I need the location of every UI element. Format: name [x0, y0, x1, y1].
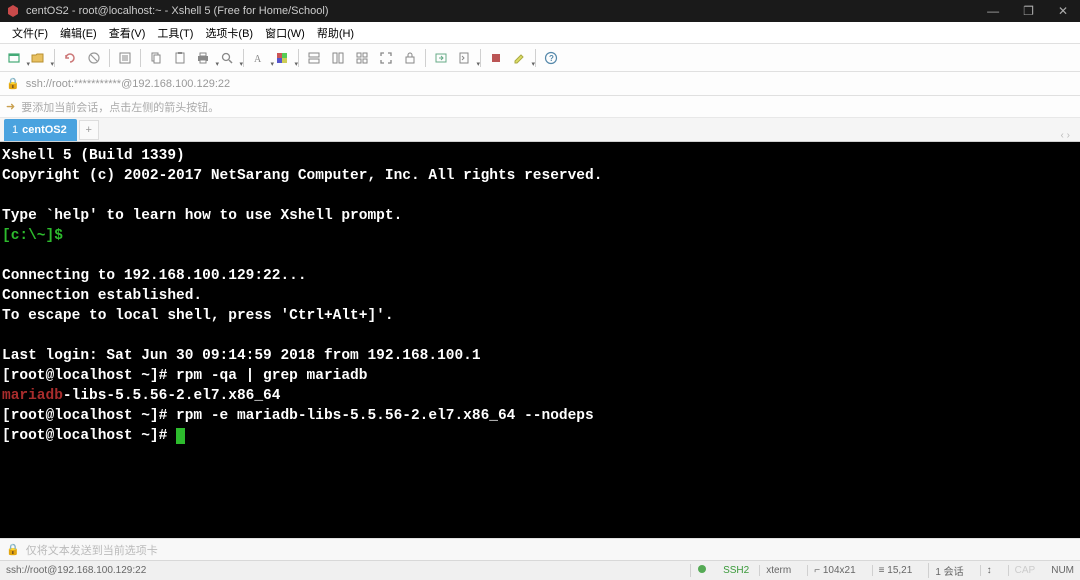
tab-bar: 1 centOS2 + ‹ › [0, 118, 1080, 142]
compose-placeholder[interactable]: 仅将文本发送到当前选项卡 [26, 542, 158, 558]
status-record-icon: ↕ [980, 565, 998, 576]
compose-lock-icon[interactable]: 🔒 [6, 543, 20, 556]
tab-label: centOS2 [22, 124, 67, 136]
toolbar-separator [54, 49, 55, 67]
toolbar: A ? [0, 44, 1080, 72]
lock-button[interactable] [399, 47, 421, 69]
svg-text:?: ? [549, 54, 554, 63]
highlight-button[interactable] [509, 47, 531, 69]
lock-icon: 🔒 [6, 77, 20, 90]
status-cap: CAP [1008, 565, 1042, 576]
menu-file[interactable]: 文件(F) [6, 25, 54, 41]
window-title: centOS2 - root@localhost:~ - Xshell 5 (F… [26, 5, 981, 17]
tile-grid-button[interactable] [351, 47, 373, 69]
toolbar-separator [243, 49, 244, 67]
term-banner-line2: Copyright (c) 2002-2017 NetSarang Comput… [2, 168, 602, 184]
menu-tools[interactable]: 工具(T) [151, 25, 199, 41]
toolbar-separator [425, 49, 426, 67]
tile-horizontal-button[interactable] [303, 47, 325, 69]
hint-arrow-icon[interactable]: ➜ [6, 100, 15, 113]
terminal-cursor [176, 428, 185, 444]
status-pos-label: ≡ 15,21 [872, 565, 919, 576]
tab-index: 1 [12, 124, 18, 136]
tab-centos2[interactable]: 1 centOS2 [4, 119, 77, 141]
xftp-button[interactable] [430, 47, 452, 69]
stop-button[interactable] [485, 47, 507, 69]
maximize-button[interactable]: ❐ [1017, 4, 1040, 18]
terminal[interactable]: Xshell 5 (Build 1339) Copyright (c) 2002… [0, 142, 1080, 538]
term-prompt2: [root@localhost ~]# [2, 408, 176, 424]
minimize-button[interactable]: — [981, 4, 1005, 18]
hint-bar: ➜ 要添加当前会话，点击左侧的箭头按钮。 [0, 96, 1080, 118]
fullscreen-button[interactable] [375, 47, 397, 69]
menu-edit[interactable]: 编辑(E) [54, 25, 103, 41]
status-bar: ssh://root@192.168.100.129:22 SSH2 xterm… [0, 560, 1080, 580]
toolbar-separator [109, 49, 110, 67]
status-net-icon [690, 564, 713, 577]
term-lastlogin: Last login: Sat Jun 30 09:14:59 2018 fro… [2, 348, 481, 364]
term-escape: To escape to local shell, press 'Ctrl+Al… [2, 308, 394, 324]
app-icon [6, 4, 20, 18]
print-button[interactable] [193, 47, 215, 69]
term-prompt1: [root@localhost ~]# [2, 368, 176, 384]
tab-scroll-arrows[interactable]: ‹ › [1061, 130, 1076, 141]
menu-view[interactable]: 查看(V) [103, 25, 152, 41]
font-button[interactable]: A [248, 47, 270, 69]
term-cmd1: rpm -qa | grep mariadb [176, 368, 367, 384]
tile-vertical-button[interactable] [327, 47, 349, 69]
add-tab-button[interactable]: + [79, 120, 99, 140]
new-session-button[interactable] [4, 47, 26, 69]
status-num: NUM [1051, 565, 1074, 576]
address-bar: 🔒 ssh://root:***********@192.168.100.129… [0, 72, 1080, 96]
paste-button[interactable] [169, 47, 191, 69]
status-connection: ssh://root@192.168.100.129:22 [6, 565, 146, 576]
close-button[interactable]: ✕ [1052, 4, 1074, 18]
term-help-line: Type `help' to learn how to use Xshell p… [2, 208, 402, 224]
open-button[interactable] [28, 47, 50, 69]
window-titlebar: centOS2 - root@localhost:~ - Xshell 5 (F… [0, 0, 1080, 22]
help-button[interactable]: ? [540, 47, 562, 69]
status-pos: 15,21 [887, 565, 912, 576]
term-cmd2: rpm -e mariadb-libs-5.5.56-2.el7.x86_64 … [176, 408, 594, 424]
find-button[interactable] [217, 47, 239, 69]
status-ssh: SSH2 [723, 565, 749, 576]
menu-tabs[interactable]: 选项卡(B) [199, 25, 259, 41]
copy-button[interactable] [145, 47, 167, 69]
term-local-prompt: [c:\~]$ [2, 228, 63, 244]
address-text[interactable]: ssh://root:***********@192.168.100.129:2… [26, 78, 230, 90]
color-scheme-button[interactable] [272, 47, 294, 69]
toolbar-separator [140, 49, 141, 67]
toolbar-separator [480, 49, 481, 67]
menu-window[interactable]: 窗口(W) [259, 25, 311, 41]
term-banner-line1: Xshell 5 (Build 1339) [2, 148, 185, 164]
status-term: xterm [759, 565, 797, 576]
term-pkg-rest: -libs-5.5.56-2.el7.x86_64 [63, 388, 281, 404]
script-button[interactable] [454, 47, 476, 69]
compose-bar: 🔒 仅将文本发送到当前选项卡 [0, 538, 1080, 560]
term-pkg-match: mariadb [2, 388, 63, 404]
svg-text:A: A [254, 54, 262, 65]
reconnect-button[interactable] [59, 47, 81, 69]
hint-text: 要添加当前会话，点击左侧的箭头按钮。 [21, 99, 219, 115]
properties-button[interactable] [114, 47, 136, 69]
term-connected: Connection established. [2, 288, 202, 304]
toolbar-separator [298, 49, 299, 67]
toolbar-separator [535, 49, 536, 67]
term-connecting: Connecting to 192.168.100.129:22... [2, 268, 307, 284]
menu-help[interactable]: 帮助(H) [311, 25, 360, 41]
status-sessions: 1 会话 [928, 563, 969, 578]
status-size: 104x21 [823, 565, 856, 576]
disconnect-button[interactable] [83, 47, 105, 69]
term-prompt3: [root@localhost ~]# [2, 428, 176, 444]
status-size-label: ⌐ 104x21 [807, 565, 861, 576]
menubar: 文件(F) 编辑(E) 查看(V) 工具(T) 选项卡(B) 窗口(W) 帮助(… [0, 22, 1080, 44]
